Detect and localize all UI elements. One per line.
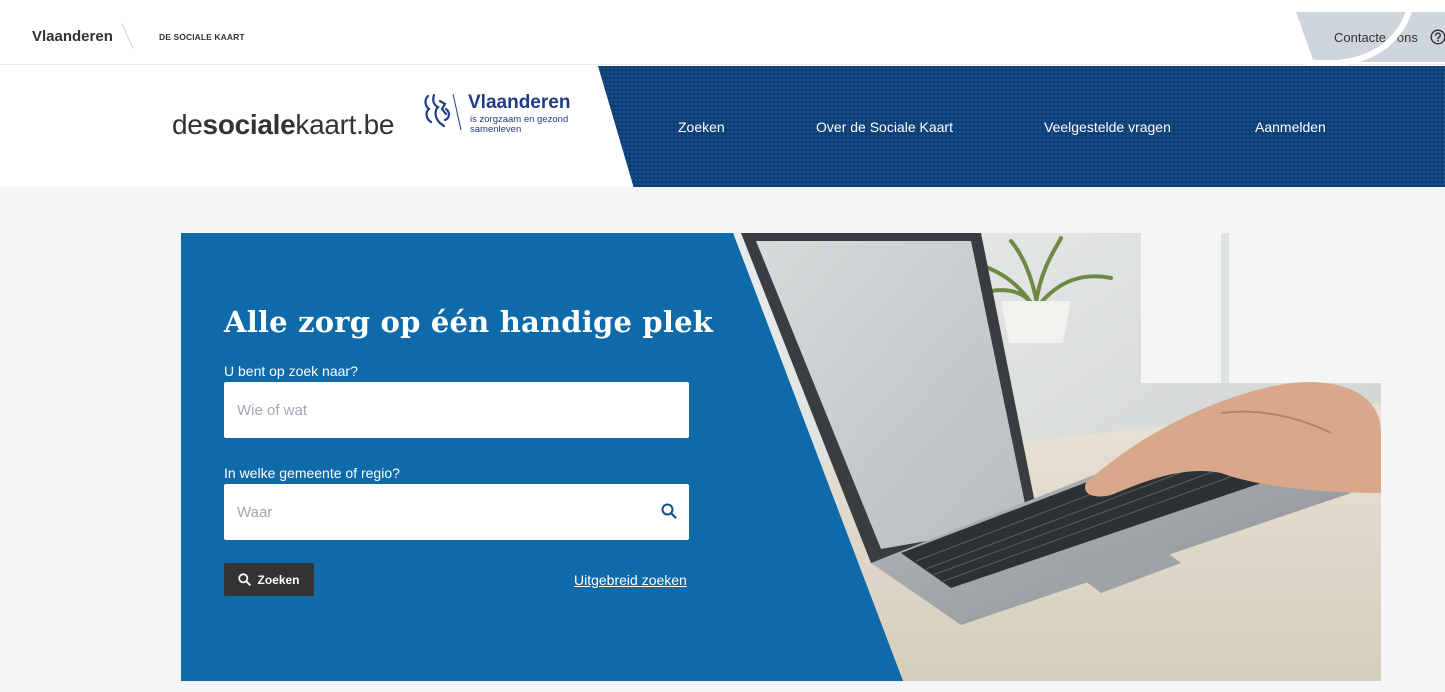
- hero-title: Alle zorg op één handige plek: [224, 305, 714, 339]
- main-navigation: Zoeken Over de Sociale Kaart Veelgesteld…: [598, 66, 1445, 187]
- logo-bold: sociale: [202, 109, 296, 140]
- site-logo[interactable]: desocialekaart.be: [172, 109, 394, 141]
- where-field[interactable]: [224, 484, 689, 540]
- site-header: desocialekaart.be Vlaanderen is zorgzaam…: [0, 66, 1445, 187]
- laptop-photo: [181, 233, 1381, 681]
- vlaanderen-brand-link[interactable]: Vlaanderen: [32, 28, 113, 45]
- nav-item-over[interactable]: Over de Sociale Kaart: [816, 119, 953, 135]
- contact-swoosh-decoration: [1290, 0, 1415, 67]
- vlaanderen-logo-name: Vlaanderen: [468, 92, 571, 113]
- search-button[interactable]: Zoeken: [224, 563, 314, 596]
- where-search-icon[interactable]: [661, 503, 677, 519]
- nav-item-zoeken[interactable]: Zoeken: [678, 119, 725, 135]
- global-header: Vlaanderen DE SOCIALE KAART: [0, 0, 1445, 65]
- what-input[interactable]: [224, 382, 689, 438]
- nav-item-faq[interactable]: Veelgestelde vragen: [1044, 119, 1171, 135]
- question-circle-icon[interactable]: [1430, 29, 1445, 45]
- search-icon: [238, 573, 252, 586]
- where-label: In welke gemeente of regio?: [224, 465, 400, 481]
- search-button-label: Zoeken: [257, 572, 300, 587]
- nav-item-aanmelden[interactable]: Aanmelden: [1255, 119, 1326, 135]
- advanced-search-link[interactable]: Uitgebreid zoeken: [574, 572, 687, 588]
- flemish-lion-icon: [424, 93, 462, 131]
- what-label: U bent op zoek naar?: [224, 363, 358, 379]
- where-input[interactable]: [224, 484, 689, 540]
- logo-suffix: kaart.be: [295, 109, 395, 140]
- vlaanderen-tagline: is zorgzaam en gezond samenleven: [470, 114, 569, 135]
- logo-prefix: de: [172, 109, 203, 140]
- app-name-link[interactable]: DE SOCIALE KAART: [159, 32, 245, 42]
- brand-divider: [121, 23, 134, 49]
- what-field[interactable]: [224, 382, 689, 438]
- search-hero: Alle zorg op één handige plek U bent op …: [181, 233, 1381, 681]
